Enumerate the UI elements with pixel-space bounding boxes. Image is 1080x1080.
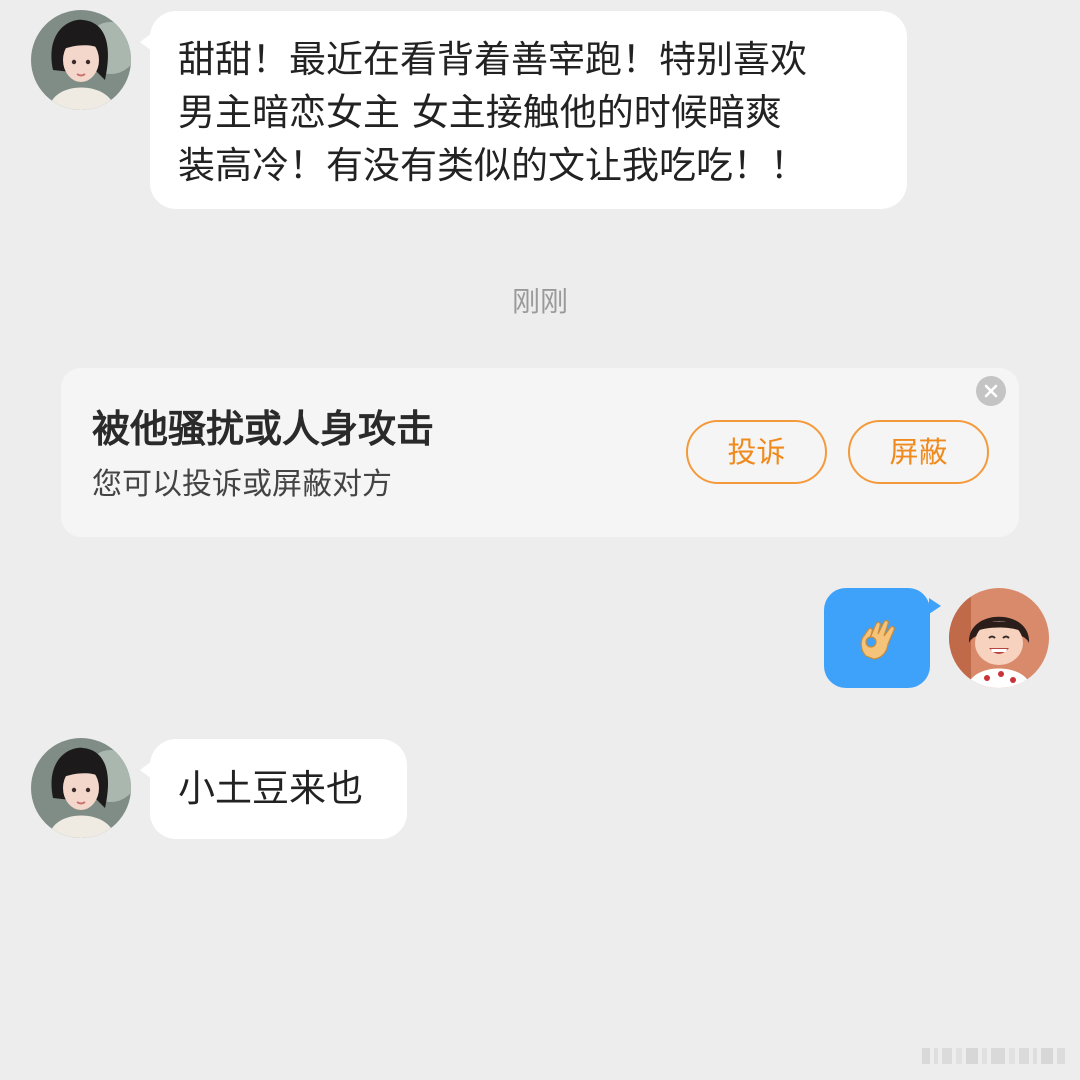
avatar-child-icon	[949, 588, 1049, 688]
bubble-tail	[929, 598, 941, 614]
bubble-tail	[140, 761, 152, 779]
avatar-other[interactable]	[31, 738, 131, 838]
watermark-bars	[922, 1048, 1065, 1064]
message-bubble-incoming[interactable]: 小土豆来也	[140, 739, 407, 839]
message-bubble-outgoing[interactable]	[824, 588, 941, 688]
report-button[interactable]: 投诉	[686, 420, 827, 484]
close-warning-button[interactable]	[976, 376, 1006, 406]
avatar-girl-icon	[31, 738, 131, 838]
bubble-tail	[140, 33, 152, 51]
avatar-girl-icon	[31, 10, 131, 110]
close-icon	[984, 384, 998, 398]
message-text: 小土豆来也	[178, 767, 363, 810]
warning-subtitle: 您可以投诉或屏蔽对方	[92, 467, 392, 502]
warning-title: 被他骚扰或人身攻击	[92, 407, 435, 451]
harassment-warning-card: 被他骚扰或人身攻击 您可以投诉或屏蔽对方 投诉 屏蔽	[61, 368, 1019, 537]
message-timestamp: 刚刚	[511, 285, 568, 318]
block-button[interactable]: 屏蔽	[848, 420, 989, 484]
avatar-other[interactable]	[31, 10, 131, 110]
ok-hand-emoji-icon	[860, 619, 895, 660]
message-text: 甜甜！最近在看背着善宰跑！特别喜欢 男主暗恋女主 女主接触他的时候暗爽 装高冷！…	[178, 38, 807, 187]
avatar-self[interactable]	[949, 588, 1049, 688]
message-bubble-incoming[interactable]: 甜甜！最近在看背着善宰跑！特别喜欢 男主暗恋女主 女主接触他的时候暗爽 装高冷！…	[140, 11, 907, 209]
